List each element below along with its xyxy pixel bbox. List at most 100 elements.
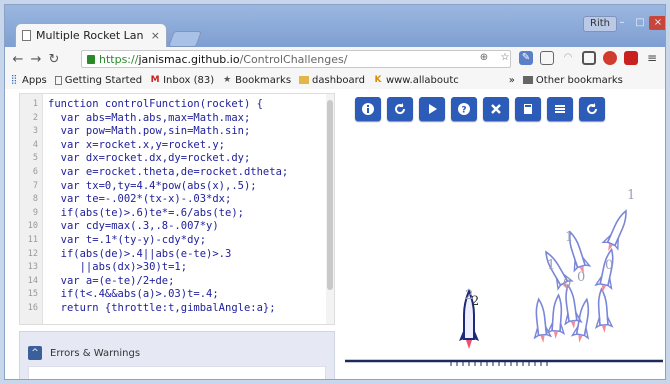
line-number: 13 (27, 262, 38, 273)
bookmark-label: Getting Started (64, 74, 143, 86)
code-line: 15 if(t<.4&&abs(a)>.03)t=.4; (20, 288, 334, 300)
other-bookmarks-label: Other bookmarks (535, 74, 623, 86)
tab-title: Multiple Rocket Lan (36, 29, 144, 42)
svg-text:?: ? (461, 106, 466, 116)
code-text: if(abs(de)>.4||abs(e-te)>.3 (48, 247, 232, 260)
code-text: var pow=Math.pow,sin=Math.sin; (48, 125, 251, 138)
info-button[interactable] (355, 97, 381, 121)
rocket-ghost (546, 293, 568, 341)
browser-tab[interactable]: Multiple Rocket Lan × (15, 23, 167, 47)
reload-icon[interactable]: ↻ (45, 52, 63, 67)
address-bar[interactable]: https://janismac.github.io/ControlChalle… (81, 50, 511, 68)
code-line: 13 ||abs(dx)>30)t=1; (20, 261, 334, 273)
lock-icon (87, 54, 95, 64)
code-text: var abs=Math.abs,max=Math.max; (48, 111, 251, 124)
user-profile-badge[interactable]: Rith (583, 16, 617, 32)
line-number: 7 (32, 180, 38, 191)
rocket-ghost (529, 297, 553, 345)
simulation-panel: ? 1 1 1 0 0 0 2 2 (341, 89, 665, 379)
errors-title: Errors & Warnings (50, 347, 141, 359)
line-number: 3 (32, 126, 38, 137)
close-icon (491, 104, 501, 114)
gmail-ext-icon[interactable] (624, 51, 638, 65)
line-number: 12 (27, 248, 38, 259)
url-host: janismac.github.io (138, 52, 240, 66)
other-bookmarks[interactable]: Other bookmarks (522, 74, 623, 86)
reload-sim-button[interactable] (579, 97, 605, 121)
line-number: 1 (32, 99, 38, 109)
bookmark-inbox[interactable]: M Inbox (83) (150, 74, 215, 86)
code-text: var te=-.002*(tx-x)-.03*dx; (48, 193, 232, 206)
rocket-ghost (592, 287, 614, 335)
apps-grid-icon: ⣿ (10, 75, 18, 85)
back-icon[interactable]: ← (9, 52, 27, 67)
close-window-icon[interactable]: × (649, 16, 665, 30)
sim-toolbar: ? (355, 97, 605, 121)
line-number: 11 (27, 235, 38, 245)
folder-icon (299, 76, 310, 84)
line-number: 9 (32, 207, 38, 218)
bookmarks-overflow[interactable]: » (509, 75, 515, 86)
simulation-canvas: 1 1 1 0 0 0 2 2 (345, 188, 663, 366)
play-icon (429, 104, 437, 114)
code-text: if(t<.4&&abs(a)>.03)t=.4; (48, 288, 219, 301)
bookmark-bookmarks[interactable]: ★ Bookmarks (222, 75, 291, 86)
editor-scrollbar[interactable] (326, 94, 334, 324)
code-text: ||abs(dx)>30)t=1; (48, 261, 188, 274)
code-text: var dx=rocket.dx,dy=rocket.dy; (48, 152, 251, 165)
title-bar: Multiple Rocket Lan × Rith – □ × (5, 5, 665, 47)
new-tab-button[interactable] (168, 31, 202, 47)
scrollbar-thumb[interactable] (327, 100, 333, 290)
window-icon[interactable] (582, 51, 596, 65)
url-path: /ControlChallenges/ (239, 52, 348, 66)
errors-header[interactable]: ^ Errors & Warnings (28, 346, 140, 360)
tab-close-icon[interactable]: × (151, 29, 160, 42)
extension-icon[interactable]: ✎ (519, 51, 533, 65)
cast-icon[interactable] (540, 51, 554, 65)
bookmark-allaboutc[interactable]: K www.allaboutc (373, 74, 459, 86)
forward-icon[interactable]: → (27, 52, 45, 67)
restart-button[interactable] (387, 97, 413, 121)
rocket-score-label: 0 (563, 276, 571, 291)
pocket-icon[interactable]: ◠ (561, 51, 575, 65)
zoom-icon[interactable]: ⊕ (477, 51, 491, 65)
maximize-icon[interactable]: □ (631, 16, 649, 30)
help-button[interactable]: ? (451, 97, 477, 121)
code-text: function controlFunction(rocket) { (48, 98, 263, 110)
code-line: 14 var a=(e-te)/2+de; (20, 275, 334, 287)
code-text: var a=(e-te)/2+de; (48, 274, 175, 287)
code-text: if(abs(te)>.6)te*=.6/abs(te); (48, 206, 244, 219)
menu-icon[interactable]: ≡ (645, 51, 659, 65)
code-editor[interactable]: 1 function controlFunction(rocket) { 2 var… (19, 93, 335, 325)
bookmark-label: dashboard (312, 74, 365, 86)
rocket-ghost (599, 206, 635, 256)
bookmark-label: Inbox (83) (163, 74, 215, 86)
bookmark-getting-started[interactable]: Getting Started (54, 74, 143, 86)
code-text: return {throttle:t,gimbalAngle:a}; (48, 302, 276, 314)
play-button[interactable] (419, 97, 445, 121)
gmail-icon: M (150, 75, 160, 85)
reload-icon (587, 103, 598, 115)
star-icon: ★ (223, 75, 232, 85)
bookmark-dashboard[interactable]: dashboard (299, 75, 365, 86)
chevron-up-icon[interactable]: ^ (28, 346, 42, 360)
bookmark-label: Bookmarks (235, 74, 292, 86)
errors-warnings-panel: ^ Errors & Warnings (19, 331, 335, 379)
list-button[interactable] (547, 97, 573, 121)
url-scheme: https:// (99, 52, 139, 66)
page-content: 1 function controlFunction(rocket) { 2 var… (5, 89, 665, 379)
opera-icon[interactable] (603, 51, 617, 65)
line-number: 2 (32, 112, 38, 123)
bookmark-label: www.allaboutc (385, 74, 459, 86)
code-line: 8 var te=-.002*(tx-x)-.03*dx; (20, 193, 334, 205)
line-number: 6 (32, 167, 38, 177)
document-button[interactable] (515, 97, 541, 121)
minimize-icon[interactable]: – (613, 16, 631, 30)
rocket-score-label: 2 (471, 294, 479, 309)
close-button[interactable] (483, 97, 509, 121)
k-icon: K (374, 75, 382, 85)
code-line: 16 return {throttle:t,gimbalAngle:a}; (20, 302, 334, 314)
bookmark-apps[interactable]: ⣿ Apps (9, 75, 47, 86)
bookmarks-bar: ⣿ Apps Getting Started M Inbox (83) ★ Bo… (5, 71, 665, 90)
bookmark-star-icon[interactable]: ☆ (498, 51, 512, 65)
